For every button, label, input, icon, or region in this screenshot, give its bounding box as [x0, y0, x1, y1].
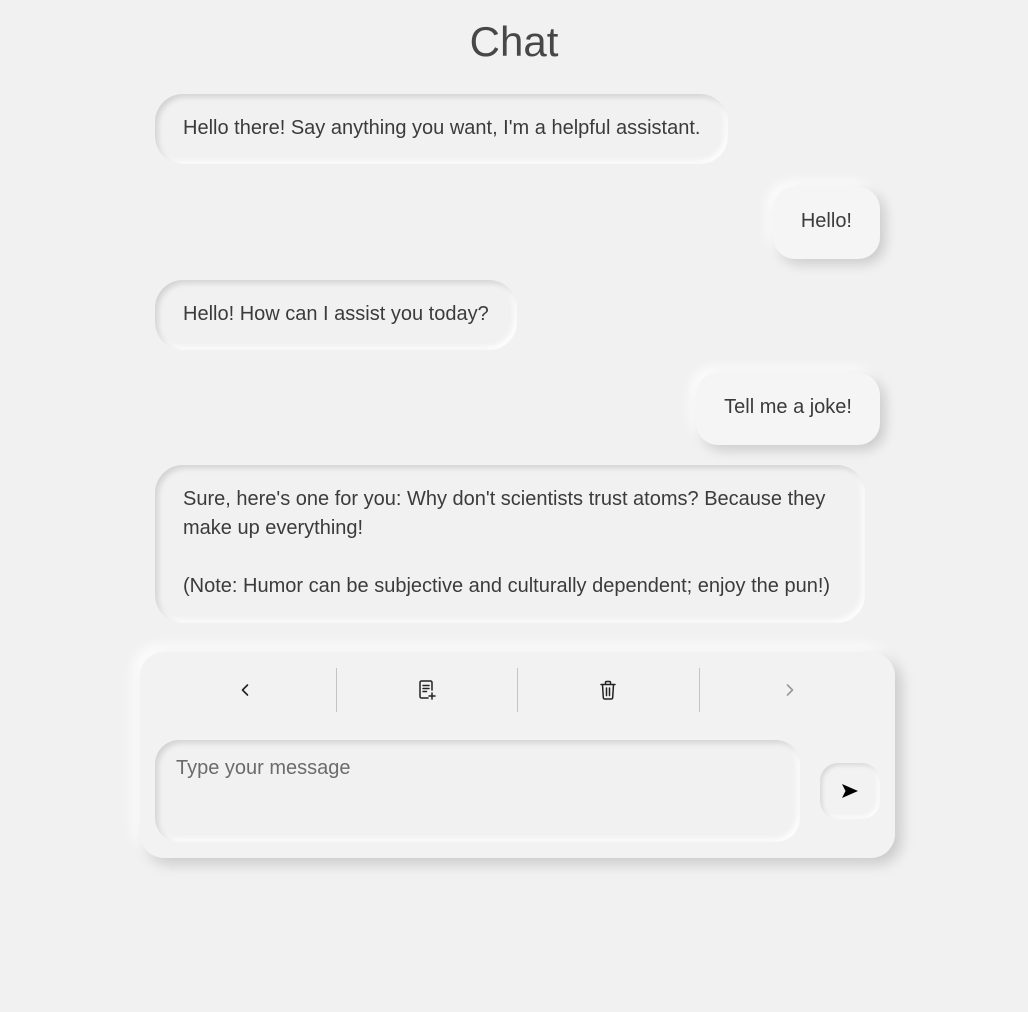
assistant-message: Hello there! Say anything you want, I'm …	[155, 94, 729, 164]
send-button[interactable]	[820, 763, 880, 819]
chevron-right-icon	[786, 684, 794, 696]
message-input[interactable]	[155, 740, 800, 842]
user-message: Tell me a joke!	[696, 373, 880, 445]
previous-button[interactable]	[155, 668, 336, 712]
composer-panel	[140, 652, 895, 858]
assistant-message: Sure, here's one for you: Why don't scie…	[155, 465, 865, 623]
message-input-wrapper	[155, 740, 800, 842]
send-arrow-icon	[842, 784, 858, 798]
chevron-left-icon	[241, 684, 249, 696]
user-message: Hello!	[772, 187, 880, 259]
new-chat-button[interactable]	[335, 668, 518, 712]
clear-chat-button[interactable]	[517, 668, 699, 712]
trash-icon	[600, 680, 616, 700]
new-note-icon	[419, 680, 436, 700]
next-button[interactable]	[698, 668, 881, 712]
page-title: Chat	[469, 18, 559, 65]
assistant-message: Hello! How can I assist you today?	[155, 280, 517, 350]
chat-page: Chat Hello there! Say anything you want,…	[0, 0, 1028, 1012]
composer-toolbar	[155, 668, 880, 712]
